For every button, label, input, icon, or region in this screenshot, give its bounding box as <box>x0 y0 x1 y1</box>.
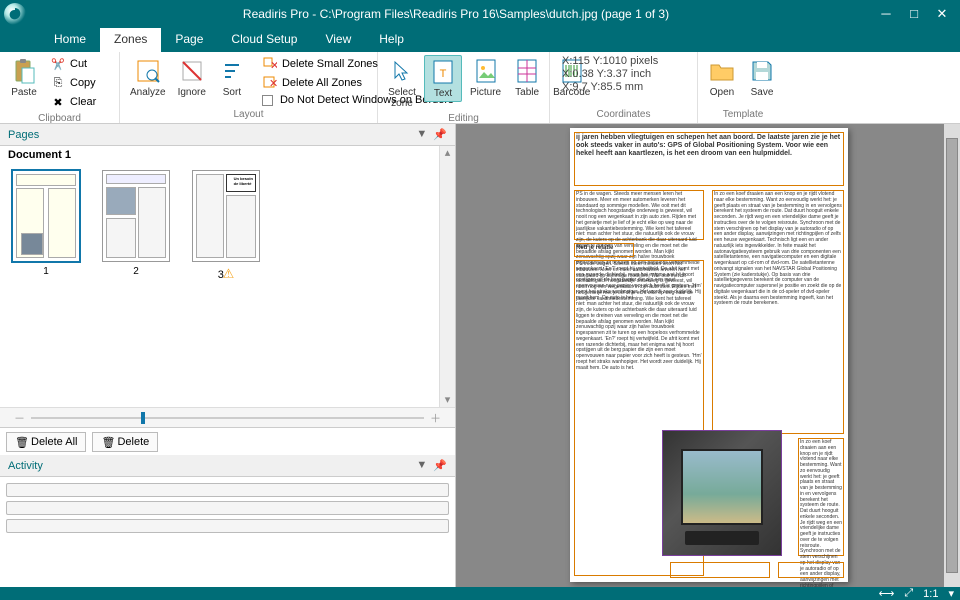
zoom-dropdown-icon[interactable]: ▾ <box>948 587 954 600</box>
cut-button[interactable]: ✂️Cut <box>46 55 100 73</box>
activity-progress-2 <box>6 501 449 515</box>
tab-page[interactable]: Page <box>161 28 217 52</box>
activity-panel-title: Activity <box>8 460 43 472</box>
cut-icon: ✂️ <box>50 56 66 72</box>
tab-cloud[interactable]: Cloud Setup <box>217 28 311 52</box>
checkbox-icon <box>262 95 273 106</box>
pages-panel-title: Pages <box>8 129 39 141</box>
warning-icon: ⚠ <box>223 266 235 281</box>
zoom-in-icon[interactable]: ＋ <box>430 410 441 426</box>
coords-group-label: Coordinates <box>556 107 691 120</box>
delete-button[interactable]: 🗑Delete <box>92 432 158 452</box>
analyze-icon <box>134 57 162 85</box>
table-icon <box>513 57 541 85</box>
open-icon <box>708 57 736 85</box>
page-preview[interactable]: ij jaren hebben vliegtuigen en schepen h… <box>456 124 960 587</box>
delete-all-icon: ✕ <box>262 75 278 91</box>
maximize-button[interactable]: □ <box>906 6 922 22</box>
cursor-icon <box>388 57 416 85</box>
trash-icon: 🗑 <box>15 436 27 448</box>
text-icon: T <box>429 58 457 86</box>
page-thumb-3[interactable]: Un besoinde liberté 3 ⚠ <box>192 170 260 282</box>
copy-icon: ⎘ <box>50 75 66 91</box>
tab-view[interactable]: View <box>311 28 365 52</box>
zoom-out-icon[interactable]: － <box>14 410 25 426</box>
analyze-button[interactable]: Analyze <box>126 55 170 100</box>
clipboard-group-label: Clipboard <box>6 111 113 124</box>
preview-v-scrollbar[interactable] <box>944 124 960 587</box>
window-title: Readiris Pro - C:\Program Files\Readiris… <box>34 7 878 21</box>
template-save-button[interactable]: Save <box>744 55 780 100</box>
template-group-label: Template <box>704 107 782 120</box>
pages-dropdown-icon[interactable]: 📌 <box>433 128 447 141</box>
tab-zones[interactable]: Zones <box>100 28 161 52</box>
tab-home[interactable]: Home <box>40 28 100 52</box>
coordinates-display: X:115 Y:1010 pixels X:0.38 Y:3.37 inch X… <box>556 55 658 93</box>
app-logo <box>4 3 26 25</box>
fit-width-icon[interactable]: ⟷ <box>879 587 895 600</box>
layout-group-label: Layout <box>126 107 371 120</box>
delete-small-icon: ✕ <box>262 56 278 72</box>
svg-text:✕: ✕ <box>270 60 277 71</box>
document-name: Document 1 <box>8 149 71 161</box>
select-zone-button[interactable]: Select zone <box>384 55 420 111</box>
picture-zone-button[interactable]: Picture <box>466 55 505 100</box>
tab-help[interactable]: Help <box>365 28 418 52</box>
close-button[interactable]: ✕ <box>934 6 950 22</box>
fit-page-icon[interactable]: ⤢ <box>904 587 913 600</box>
ignore-button[interactable]: Ignore <box>174 55 210 100</box>
thumb-size-slider[interactable] <box>31 417 424 419</box>
pages-scrollbar[interactable]: ▴▾ <box>439 146 455 407</box>
editing-group-label: Editing <box>384 111 543 124</box>
svg-text:✕: ✕ <box>269 78 277 90</box>
page-thumb-2[interactable]: 2 <box>102 170 170 282</box>
ignore-icon <box>178 57 206 85</box>
text-zone-button[interactable]: TText <box>424 55 462 102</box>
page-thumb-1[interactable]: 1 <box>12 170 80 282</box>
table-zone-button[interactable]: Table <box>509 55 545 100</box>
pages-pin-icon[interactable]: ▼ <box>416 128 427 141</box>
clear-button[interactable]: ✖Clear <box>46 93 100 111</box>
zoom-ratio: 1:1 <box>923 588 938 600</box>
save-icon <box>748 57 776 85</box>
trash-icon: 🗑 <box>101 436 113 448</box>
picture-icon <box>472 57 500 85</box>
svg-text:T: T <box>440 68 447 80</box>
copy-button[interactable]: ⎘Copy <box>46 74 100 92</box>
paste-icon <box>10 57 38 85</box>
delete-all-button[interactable]: 🗑Delete All <box>6 432 86 452</box>
sort-icon <box>218 57 246 85</box>
activity-progress-3 <box>6 519 449 533</box>
sort-button[interactable]: Sort <box>214 55 250 100</box>
clear-icon: ✖ <box>50 94 66 110</box>
minimize-button[interactable]: ─ <box>878 6 894 22</box>
template-open-button[interactable]: Open <box>704 55 740 100</box>
activity-progress-1 <box>6 483 449 497</box>
activity-dropdown-icon[interactable]: 📌 <box>433 459 447 472</box>
activity-pin-icon[interactable]: ▼ <box>416 459 427 472</box>
paste-button[interactable]: Paste <box>6 55 42 100</box>
